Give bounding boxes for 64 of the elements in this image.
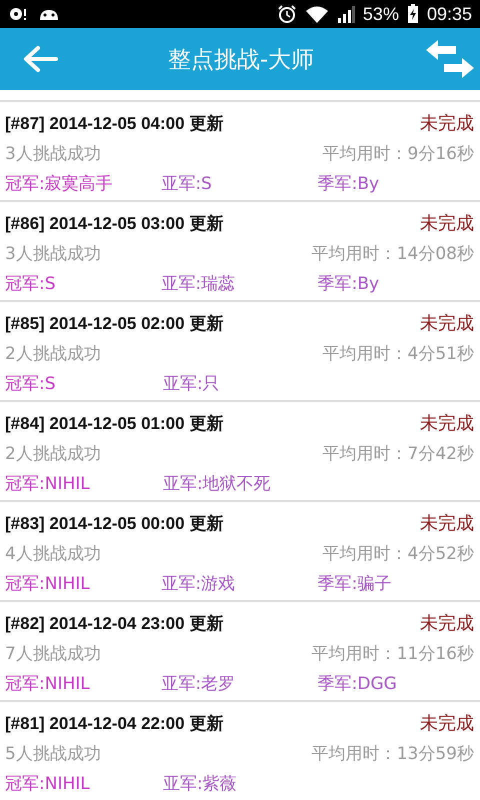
record-row[interactable]: [#86] 2014-12-05 03:00 更新 未完成 3人挑战成功 平均用时：14分08秒 冠军:S 亚军:瑞蕊 季军:By (0, 202, 480, 302)
record-row[interactable]: [#82] 2014-12-04 23:00 更新 未完成 7人挑战成功 平均用时：11分16秒 冠军:NIHIL 亚军:老罗 季军:DGG (0, 602, 480, 702)
swap-icon[interactable] (424, 38, 476, 80)
record-row[interactable]: [#85] 2014-12-05 02:00 更新 未完成 2人挑战成功 平均用时：4分51秒 冠军:S 亚军:只 (0, 302, 480, 402)
champion-label: 冠军:NIHIL (5, 672, 91, 694)
runner-up-label: 亚军:紫薇 (163, 772, 238, 794)
record-status: 未完成 (420, 712, 474, 735)
record-row[interactable]: [#81] 2014-12-04 22:00 更新 未完成 5人挑战成功 平均用时：13分59秒 冠军:NIHIL 亚军:紫薇 (0, 702, 480, 800)
average-time: 平均用时：14分08秒 (312, 242, 474, 264)
record-row[interactable]: [#87] 2014-12-05 04:00 更新 未完成 3人挑战成功 平均用时：9分16秒 冠军:寂寞高手 亚军:S 季军:By (0, 102, 480, 202)
runner-up-label: 亚军:老罗 (161, 672, 236, 694)
signal-icon (336, 5, 355, 23)
champion-label: 冠军:S (5, 272, 57, 294)
record-row[interactable]: [#83] 2014-12-05 00:00 更新 未完成 4人挑战成功 平均用时：4分52秒 冠军:NIHIL 亚军:游戏 季军:骗子 (0, 502, 480, 602)
champion-label: 冠军:S (5, 372, 57, 394)
average-time: 平均用时：4分52秒 (322, 542, 474, 564)
runner-up-label: 亚军:瑞蕊 (161, 272, 236, 294)
success-count: 5人挑战成功 (5, 742, 101, 764)
success-count: 7人挑战成功 (5, 642, 101, 664)
record-status: 未完成 (420, 612, 474, 635)
record-title: [#85] 2014-12-05 02:00 更新 (5, 312, 224, 334)
success-count: 2人挑战成功 (5, 342, 101, 364)
runner-up-label: 亚军:地狱不死 (163, 472, 272, 494)
android-icon (38, 7, 60, 21)
champion-label: 冠军:NIHIL (5, 472, 91, 494)
wifi-icon (304, 5, 329, 23)
record-status: 未完成 (420, 512, 474, 535)
average-time: 平均用时：11分16秒 (312, 642, 474, 664)
third-place-label: 季军:骗子 (318, 572, 392, 594)
success-count: 3人挑战成功 (5, 242, 101, 264)
champion-label: 冠军:NIHIL (5, 772, 91, 794)
average-time: 平均用时：7分42秒 (322, 442, 474, 464)
record-title: [#81] 2014-12-04 22:00 更新 (5, 712, 224, 734)
record-title: [#84] 2014-12-05 01:00 更新 (5, 412, 224, 434)
record-status: 未完成 (420, 412, 474, 435)
runner-up-label: 亚军:游戏 (161, 572, 236, 594)
third-place-label: 季军:DGG (318, 672, 398, 694)
runner-up-label: 亚军:S (161, 172, 213, 194)
runner-up-label: 亚军:只 (163, 372, 221, 394)
record-status: 未完成 (420, 312, 474, 335)
average-time: 平均用时：4分51秒 (322, 342, 474, 364)
success-count: 3人挑战成功 (5, 142, 101, 164)
success-count: 2人挑战成功 (5, 442, 101, 464)
third-place-label: 季军:By (318, 172, 380, 194)
record-title: [#82] 2014-12-04 23:00 更新 (5, 612, 224, 634)
record-row[interactable]: [#84] 2014-12-05 01:00 更新 未完成 2人挑战成功 平均用时：7分42秒 冠军:NIHIL 亚军:地狱不死 (0, 402, 480, 502)
back-icon[interactable] (22, 45, 58, 73)
third-place-label: 季军:By (318, 272, 380, 294)
success-count: 4人挑战成功 (5, 542, 101, 564)
clock: 09:35 (426, 4, 472, 24)
battery-charging-icon (406, 4, 419, 24)
record-title: [#87] 2014-12-05 04:00 更新 (5, 112, 224, 134)
battery-percent: 53% (362, 4, 399, 24)
record-title: [#86] 2014-12-05 03:00 更新 (5, 212, 224, 234)
champion-label: 冠军:寂寞高手 (5, 172, 114, 194)
average-time: 平均用时：9分16秒 (322, 142, 474, 164)
alarm-icon (276, 4, 297, 24)
record-status: 未完成 (420, 212, 474, 235)
page-title: 整点挑战-大师 (168, 46, 314, 74)
record-title: [#83] 2014-12-05 00:00 更新 (5, 512, 224, 534)
notification-icon (8, 6, 28, 22)
record-status: 未完成 (420, 112, 474, 135)
average-time: 平均用时：13分59秒 (312, 742, 474, 764)
champion-label: 冠军:NIHIL (5, 572, 91, 594)
